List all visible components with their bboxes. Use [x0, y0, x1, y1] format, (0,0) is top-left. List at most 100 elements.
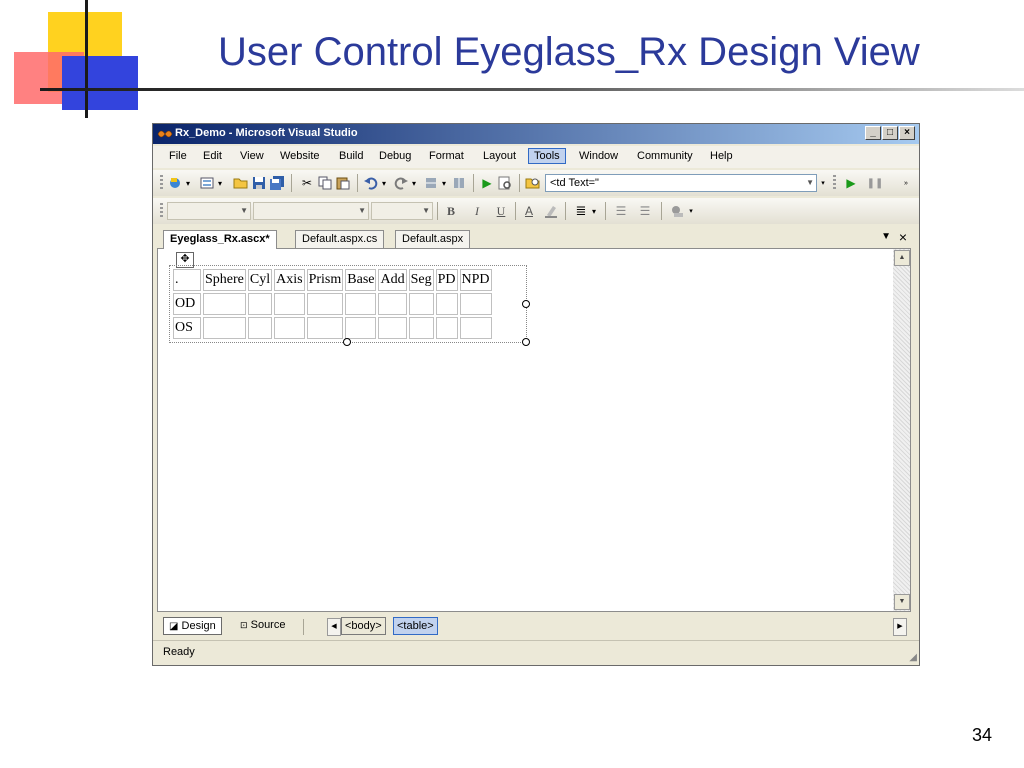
resize-handle-right[interactable] — [522, 300, 530, 308]
font-color-button[interactable]: A — [521, 203, 537, 219]
breadcrumb-table[interactable]: <table> — [393, 617, 438, 635]
breadcrumb-right-icon[interactable]: ▶ — [893, 618, 907, 636]
justify-icon[interactable]: ≣ — [573, 203, 589, 219]
dropdown-arrow-icon[interactable]: ▾ — [409, 175, 419, 191]
toolbar-grip[interactable] — [160, 203, 163, 219]
table-header-cell[interactable]: Add — [378, 269, 407, 291]
table-header-cell[interactable]: NPD — [459, 269, 492, 291]
row-label-od[interactable]: OD — [173, 293, 201, 315]
numbered-list-icon[interactable]: ☰ — [637, 203, 653, 219]
paste-icon[interactable] — [335, 175, 351, 191]
undo-icon[interactable] — [363, 175, 379, 191]
vertical-scrollbar[interactable]: ▲ ▼ — [893, 249, 910, 611]
minimize-button[interactable]: _ — [865, 126, 881, 140]
find-icon[interactable] — [497, 175, 513, 191]
table-cell[interactable] — [203, 317, 246, 339]
save-icon[interactable] — [251, 175, 267, 191]
design-view-tab[interactable]: ◪ Design — [163, 617, 222, 635]
font-size-select[interactable]: ▼ — [371, 202, 433, 220]
resize-grip-icon[interactable]: ◢ — [909, 652, 917, 663]
navigate-forward-icon[interactable] — [451, 175, 467, 191]
font-name-select[interactable]: ▼ — [253, 202, 369, 220]
table-cell[interactable] — [306, 317, 344, 339]
table-cell[interactable] — [274, 293, 305, 315]
menu-build[interactable]: Build — [339, 150, 363, 162]
table-header-cell[interactable]: Seg — [408, 269, 434, 291]
new-project-icon[interactable] — [167, 175, 183, 191]
table-cell[interactable] — [459, 293, 492, 315]
table-header-cell[interactable]: Base — [345, 269, 377, 291]
menu-edit[interactable]: Edit — [203, 150, 222, 162]
block-format-select[interactable]: ▼ — [167, 202, 251, 220]
table-cell[interactable] — [378, 293, 407, 315]
toolbar-grip[interactable] — [160, 175, 163, 191]
table-cell[interactable] — [345, 293, 377, 315]
menu-website[interactable]: Website — [280, 150, 320, 162]
rx-table-container[interactable]: . Sphere Cyl Axis Prism Base Add Seg PD … — [169, 265, 530, 346]
close-tab-icon[interactable]: × — [899, 229, 907, 245]
underline-button[interactable]: U — [493, 203, 509, 219]
rx-table[interactable]: . Sphere Cyl Axis Prism Base Add Seg PD … — [171, 267, 494, 341]
open-folder-icon[interactable] — [233, 175, 249, 191]
table-header-cell[interactable]: Cyl — [247, 269, 273, 291]
table-cell[interactable] — [408, 293, 434, 315]
table-cell[interactable] — [435, 317, 458, 339]
toolbar-grip[interactable] — [833, 175, 836, 191]
run-icon[interactable]: ▶ — [843, 175, 859, 191]
cut-icon[interactable]: ✂ — [299, 175, 315, 191]
breadcrumb-body[interactable]: <body> — [341, 617, 386, 635]
table-cell[interactable] — [203, 293, 246, 315]
start-debugging-icon[interactable]: ▶ — [479, 175, 495, 191]
active-files-dropdown-icon[interactable]: ▼ — [881, 231, 891, 242]
scroll-down-icon[interactable]: ▼ — [894, 594, 910, 610]
breadcrumb-left-icon[interactable]: ◀ — [327, 618, 341, 636]
save-all-icon[interactable] — [269, 175, 285, 191]
insert-image-icon[interactable] — [669, 203, 685, 219]
row-label-os[interactable]: OS — [173, 317, 201, 339]
redo-icon[interactable] — [393, 175, 409, 191]
copy-icon[interactable] — [317, 175, 333, 191]
table-cell[interactable] — [345, 317, 377, 339]
resize-handle-corner[interactable] — [522, 338, 530, 346]
menu-view[interactable]: View — [240, 150, 264, 162]
table-cell[interactable] — [435, 293, 458, 315]
table-header-cell[interactable]: . — [173, 269, 201, 291]
toolbar-overflow-icon[interactable]: » — [901, 175, 911, 191]
chevron-down-icon[interactable]: ▼ — [806, 178, 814, 187]
menu-tools[interactable]: Tools — [528, 148, 566, 164]
table-cell[interactable] — [247, 293, 273, 315]
tab-default-aspx[interactable]: Default.aspx — [395, 230, 471, 248]
table-cell[interactable] — [274, 317, 305, 339]
resize-handle-bottom[interactable] — [343, 338, 351, 346]
menu-file[interactable]: File — [169, 150, 187, 162]
table-cell[interactable] — [408, 317, 434, 339]
dropdown-arrow-icon[interactable]: ▾ — [215, 175, 225, 191]
table-header-cell[interactable]: Prism — [306, 269, 344, 291]
close-button[interactable]: × — [899, 126, 915, 140]
toolbar-overflow-icon[interactable]: ▾ — [819, 175, 827, 191]
table-header-cell[interactable]: Sphere — [203, 269, 246, 291]
menu-layout[interactable]: Layout — [483, 150, 516, 162]
source-view-tab[interactable]: ⊡ Source — [235, 617, 290, 635]
menu-window[interactable]: Window — [579, 150, 618, 162]
find-combo[interactable]: <td Text=" ▼ — [545, 174, 817, 192]
navigate-backward-icon[interactable] — [423, 175, 439, 191]
table-cell[interactable] — [378, 317, 407, 339]
table-cell[interactable] — [247, 317, 273, 339]
dropdown-arrow-icon[interactable]: ▾ — [589, 203, 599, 219]
dropdown-arrow-icon[interactable]: ▾ — [183, 175, 193, 191]
dropdown-arrow-icon[interactable]: ▾ — [379, 175, 389, 191]
design-surface[interactable]: ✥ . Sphere Cyl Axis Prism Base Add Seg P… — [157, 248, 911, 612]
bold-button[interactable]: B — [443, 203, 459, 219]
add-item-icon[interactable] — [199, 175, 215, 191]
toolbar-overflow-icon[interactable]: ▾ — [687, 203, 695, 219]
menu-format[interactable]: Format — [429, 150, 464, 162]
tab-eyeglass-rx-ascx[interactable]: Eyeglass_Rx.ascx* — [163, 230, 277, 249]
highlight-icon[interactable] — [543, 203, 559, 219]
title-bar[interactable]: Rx_Demo - Microsoft Visual Studio _ □ × — [153, 124, 919, 144]
scroll-up-icon[interactable]: ▲ — [894, 250, 910, 266]
table-header-cell[interactable]: PD — [435, 269, 458, 291]
pause-icon[interactable]: ❚❚ — [867, 175, 884, 191]
table-header-cell[interactable]: Axis — [274, 269, 305, 291]
table-cell[interactable] — [306, 293, 344, 315]
